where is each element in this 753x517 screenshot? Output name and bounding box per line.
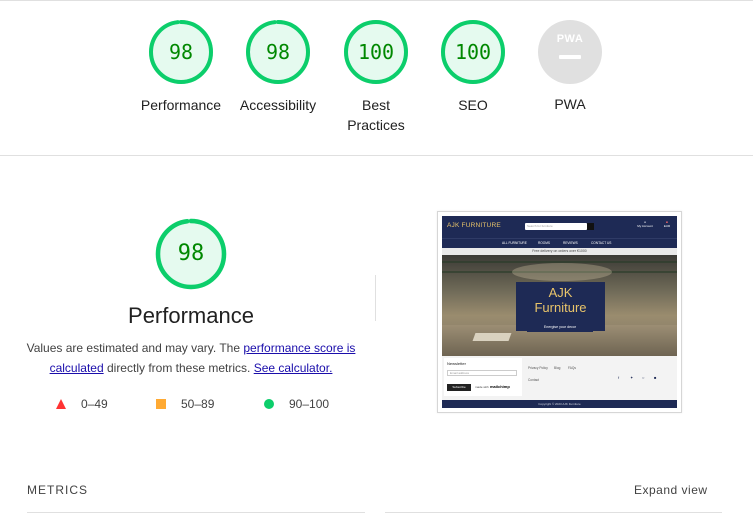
site-search-input: Search for furniture xyxy=(525,223,587,230)
accessibility-score: 98 xyxy=(265,40,291,64)
site-newsletter-card: Newsletter Email address Subscribe made … xyxy=(444,358,522,396)
site-footer-link: Contact xyxy=(528,378,539,382)
site-header: AJK FURNITURE Search for furniture ● My A… xyxy=(442,216,677,238)
orange-square-icon xyxy=(156,399,166,409)
best-practices-score: 100 xyxy=(357,40,395,64)
metrics-heading: METRICS xyxy=(27,483,88,497)
site-nav-item: REVIEWS xyxy=(563,241,578,245)
legend-pass: 90–100 xyxy=(264,397,329,411)
linkedin-icon: ■ xyxy=(654,375,657,380)
site-footer: Newsletter Email address Subscribe made … xyxy=(442,356,677,400)
facebook-icon: f xyxy=(618,375,620,380)
expand-view-toggle[interactable]: Expand view xyxy=(634,483,708,497)
site-copyright: Copyright © 2023 AJK Furniture xyxy=(442,400,677,408)
section-divider xyxy=(0,155,753,156)
seo-score: 100 xyxy=(454,40,492,64)
site-hero-button: Energise your decor xyxy=(527,323,593,332)
seo-label: SEO xyxy=(458,97,488,113)
accessibility-label: Accessibility xyxy=(239,97,317,113)
site-logo: AJK FURNITURE xyxy=(447,222,501,229)
legend-average: 50–89 xyxy=(156,397,214,411)
accessibility-score-ring: 98 xyxy=(245,19,311,85)
site-delivery-banner: Free delivery on orders over €1000 xyxy=(442,248,677,255)
legend-fail: 0–49 xyxy=(56,397,108,411)
score-legend: 0–49 50–89 90–100 xyxy=(0,397,400,413)
performance-score-ring: 98 xyxy=(148,19,214,85)
site-flag-icon: ■ EUR xyxy=(663,220,671,228)
site-hero-line1: AJK xyxy=(548,285,573,300)
site-nav-item: CONTACT US xyxy=(591,241,612,245)
performance-detail-score: 98 xyxy=(177,241,205,266)
mailchimp-logo: mailchimp xyxy=(490,384,510,389)
performance-detail-gauge: 98 xyxy=(155,218,227,290)
best-practices-label: Best Practices xyxy=(347,97,405,133)
site-preview: AJK FURNITURE Search for furniture ● My A… xyxy=(442,216,677,408)
gauge-seo[interactable]: 100 SEO xyxy=(423,19,523,115)
vertical-divider xyxy=(375,275,376,321)
twitter-icon: ✦ xyxy=(630,375,634,380)
description-text-middle: directly from these metrics. xyxy=(103,360,254,375)
pwa-label: PWA xyxy=(554,96,586,112)
metrics-divider-right xyxy=(385,512,722,513)
site-subscribe-button: Subscribe xyxy=(447,384,471,391)
site-nav: ALL FURNITURE ROOMS REVIEWS CONTACT US xyxy=(442,238,677,248)
seo-score-ring: 100 xyxy=(440,19,506,85)
performance-description: Values are estimated and may vary. The p… xyxy=(26,339,356,378)
site-made-with: made with xyxy=(475,385,489,389)
top-divider xyxy=(0,0,753,1)
site-footer-link: Privacy Policy xyxy=(528,366,548,370)
pwa-badge-icon: PWA xyxy=(538,20,602,84)
page-screenshot-thumbnail[interactable]: AJK FURNITURE Search for furniture ● My A… xyxy=(437,211,682,413)
site-newsletter-input: Email address xyxy=(447,370,517,376)
description-text: Values are estimated and may vary. The xyxy=(26,341,244,355)
performance-title: Performance xyxy=(128,303,254,328)
site-nav-item: ROOMS xyxy=(538,241,551,245)
gauge-best-practices[interactable]: 100 Best Practices xyxy=(326,19,426,135)
metrics-divider-left xyxy=(27,512,365,513)
red-triangle-icon xyxy=(56,399,66,409)
site-hero-line2: Furniture xyxy=(534,300,587,315)
gauge-accessibility[interactable]: 98 Accessibility xyxy=(228,19,328,115)
site-nav-item: ALL FURNITURE xyxy=(502,241,527,245)
site-search-button xyxy=(587,223,594,230)
legend-fail-range: 0–49 xyxy=(81,397,108,411)
site-hero-image: AJK Furniture Energise your decor xyxy=(442,255,677,356)
green-circle-icon xyxy=(264,399,274,409)
pwa-badge-text: PWA xyxy=(556,33,584,45)
legend-pass-range: 90–100 xyxy=(289,397,330,411)
performance-score: 98 xyxy=(168,40,194,64)
gauge-pwa[interactable]: PWA PWA xyxy=(520,19,620,114)
site-account-icon: ● My Account xyxy=(637,220,653,228)
category-gauges: 98 Performance 98 Accessibility 100 Best… xyxy=(0,19,753,149)
site-footer-link: FAQs xyxy=(568,366,576,370)
performance-label: Performance xyxy=(140,97,222,113)
gauge-performance[interactable]: 98 Performance xyxy=(131,19,231,115)
site-newsletter-title: Newsletter xyxy=(447,361,466,366)
legend-average-range: 50–89 xyxy=(181,397,215,411)
instagram-icon: ○ xyxy=(642,375,645,380)
see-calculator-link[interactable]: See calculator. xyxy=(254,361,333,375)
pwa-dash xyxy=(559,55,581,59)
site-footer-link: Blog xyxy=(554,366,561,370)
best-practices-score-ring: 100 xyxy=(343,19,409,85)
